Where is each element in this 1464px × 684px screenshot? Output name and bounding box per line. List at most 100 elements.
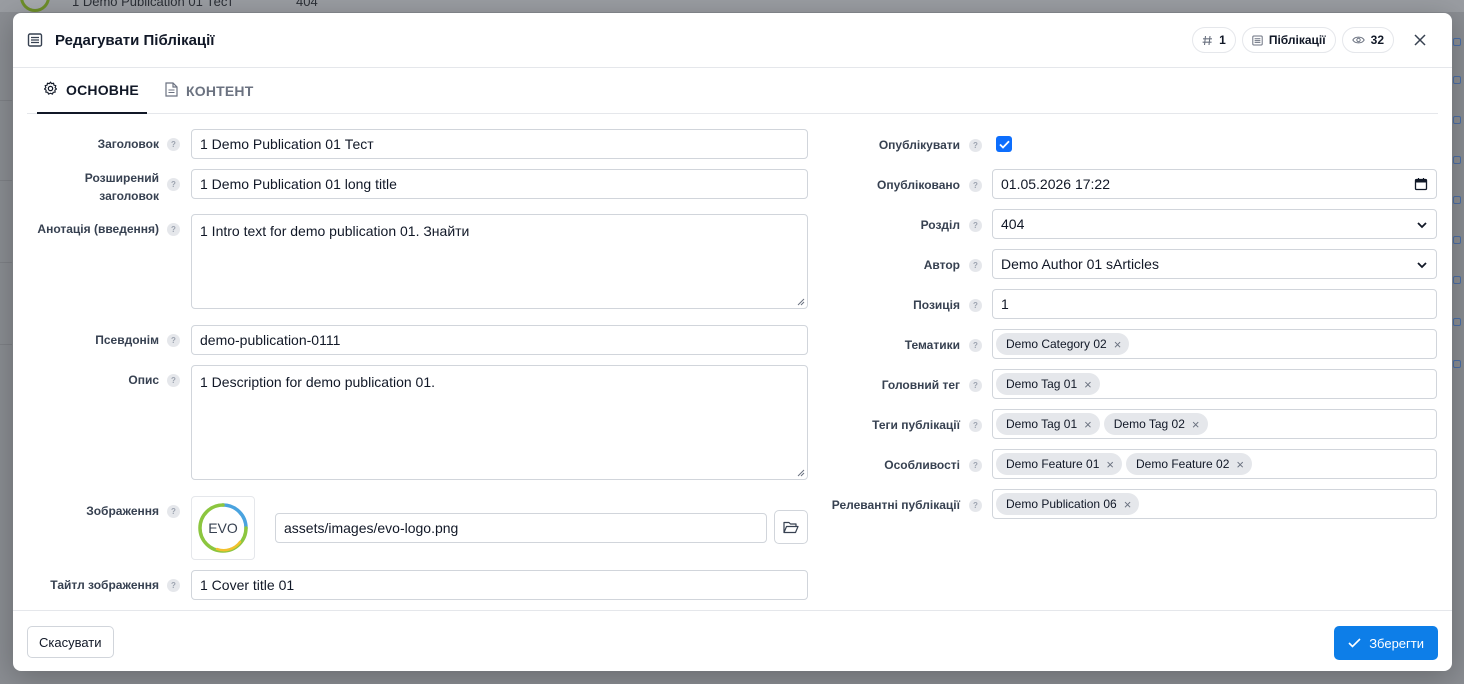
evo-logo: EVO (198, 503, 248, 553)
position-label: Позиція (913, 298, 960, 312)
pub-date-value: 01.05.2026 17:22 (1001, 176, 1110, 192)
resize-handle-icon[interactable] (797, 469, 805, 477)
categories-label: Тематики (904, 338, 960, 352)
views-badge-value: 32 (1370, 33, 1384, 47)
close-button[interactable] (1410, 30, 1430, 50)
modal-footer: Скасувати Зберегти (13, 610, 1452, 671)
position-input[interactable]: 1 (992, 289, 1437, 319)
help-icon[interactable]: ? (167, 334, 180, 347)
remove-chip-button[interactable]: × (1084, 377, 1092, 392)
pub-date-input[interactable]: 01.05.2026 17:22 (992, 169, 1437, 199)
tab-content[interactable]: КОНТЕНТ (165, 68, 254, 114)
help-icon[interactable]: ? (167, 223, 180, 236)
remove-chip-button[interactable]: × (1236, 457, 1244, 472)
folder-open-icon (783, 521, 799, 533)
save-button[interactable]: Зберегти (1334, 626, 1438, 660)
resize-handle-icon[interactable] (797, 298, 805, 306)
help-icon[interactable]: ? (167, 374, 180, 387)
background-edit-icon (1453, 236, 1461, 244)
remove-chip-button[interactable]: × (1192, 417, 1200, 432)
background-edit-icon (1453, 38, 1461, 46)
published-label: Опублікувати (878, 138, 960, 152)
tab-content-label: КОНТЕНТ (186, 83, 254, 99)
id-badge: 1 (1192, 27, 1236, 53)
save-button-label: Зберегти (1369, 635, 1424, 651)
remove-chip-button[interactable]: × (1106, 457, 1114, 472)
close-icon (1414, 34, 1426, 46)
eye-icon (1351, 35, 1365, 45)
remove-chip-button[interactable]: × (1084, 417, 1092, 432)
background-row-title: 1 Demo Publication 01 Тест (72, 0, 234, 9)
image-path-input[interactable]: assets/images/evo-logo.png (275, 513, 767, 543)
remove-chip-button[interactable]: × (1114, 337, 1122, 352)
tag-chip: Demo Tag 01 × (996, 413, 1100, 435)
tags-label: Теги публікації (872, 418, 960, 432)
background-edit-icon (1453, 156, 1461, 164)
background-edit-icon (1453, 276, 1461, 284)
help-icon[interactable]: ? (167, 138, 180, 151)
remove-chip-button[interactable]: × (1124, 497, 1132, 512)
related-chip: Demo Publication 06 × (996, 493, 1140, 515)
help-icon[interactable]: ? (969, 459, 982, 472)
help-icon[interactable]: ? (969, 219, 982, 232)
published-checkbox[interactable] (996, 136, 1012, 152)
introtext-textarea[interactable]: 1 Intro text for demo publication 01. Зн… (191, 214, 808, 309)
related-multiselect[interactable]: Demo Publication 06 × (992, 489, 1437, 519)
background-row-divider (0, 100, 12, 101)
edit-publication-modal: Редагувати Піблікації 1 Піблікації 32 ОС… (13, 13, 1452, 671)
chip-label: Demo Tag 01 (1006, 417, 1078, 431)
related-label: Релевантні публікації (831, 498, 960, 512)
help-icon[interactable]: ? (167, 178, 180, 191)
help-icon[interactable]: ? (167, 505, 180, 518)
long-title-input[interactable]: 1 Demo Publication 01 long title (191, 169, 808, 199)
author-select[interactable]: Demo Author 01 sArticles (992, 249, 1437, 279)
chip-label: Demo Tag 02 (1113, 417, 1185, 431)
help-icon[interactable]: ? (969, 379, 982, 392)
tab-bar: ОСНОВНЕ КОНТЕНТ (27, 68, 1438, 114)
help-icon[interactable]: ? (969, 179, 982, 192)
check-icon (998, 140, 1010, 149)
category-chip: Demo Category 02 × (996, 333, 1130, 355)
image-preview[interactable]: EVO (191, 496, 255, 560)
background-row-divider (0, 262, 12, 263)
chip-label: Demo Feature 02 (1135, 457, 1230, 471)
author-label: Автор (923, 258, 960, 272)
main-tag-multiselect[interactable]: Demo Tag 01 × (992, 369, 1437, 399)
help-icon[interactable]: ? (969, 339, 982, 352)
introtext-label: Анотація (введення) (37, 222, 159, 236)
long-title-label: Розширений заголовок (33, 169, 159, 205)
help-icon[interactable]: ? (969, 419, 982, 432)
id-badge-value: 1 (1219, 33, 1226, 47)
background-table: 1 Demo Publication 01 Тест 404 (0, 0, 1464, 12)
help-icon[interactable]: ? (969, 139, 982, 152)
help-icon[interactable]: ? (969, 299, 982, 312)
help-icon[interactable]: ? (969, 499, 982, 512)
image-title-input[interactable]: 1 Cover title 01 (191, 570, 808, 600)
gear-icon (43, 81, 58, 99)
alias-input[interactable]: demo-publication-0111 (191, 325, 808, 355)
cancel-button[interactable]: Скасувати (27, 626, 114, 658)
hash-icon (1202, 35, 1213, 46)
help-icon[interactable]: ? (167, 579, 180, 592)
tags-multiselect[interactable]: Demo Tag 01 × Demo Tag 02 × (992, 409, 1437, 439)
categories-multiselect[interactable]: Demo Category 02 × (992, 329, 1437, 359)
type-badge: Піблікації (1241, 27, 1336, 53)
calendar-icon[interactable] (1414, 177, 1428, 191)
check-icon (1348, 638, 1361, 648)
alias-label: Псевдонім (95, 333, 159, 347)
background-row-logo (20, 0, 50, 12)
author-value: Demo Author 01 sArticles (1001, 256, 1159, 272)
description-textarea[interactable]: 1 Description for demo publication 01. (191, 365, 808, 480)
background-edit-icon (1453, 360, 1461, 368)
chip-label: Demo Publication 06 (1006, 497, 1117, 511)
features-multiselect[interactable]: Demo Feature 01 × Demo Feature 02 × (992, 449, 1437, 479)
help-icon[interactable]: ? (969, 259, 982, 272)
background-edit-icon (1453, 318, 1461, 326)
section-select[interactable]: 404 (992, 209, 1437, 239)
title-input[interactable]: 1 Demo Publication 01 Тест (191, 129, 808, 159)
browse-image-button[interactable] (774, 510, 808, 544)
background-row-divider (0, 344, 12, 345)
description-label: Опис (128, 373, 159, 387)
tab-main[interactable]: ОСНОВНЕ (37, 68, 147, 114)
chip-label: Demo Category 02 (1006, 337, 1107, 351)
